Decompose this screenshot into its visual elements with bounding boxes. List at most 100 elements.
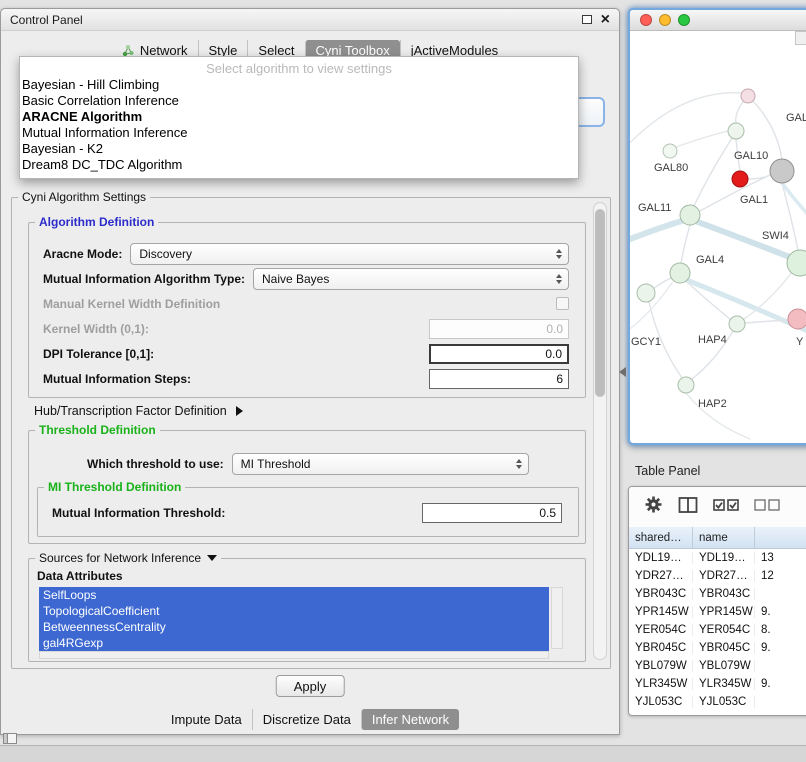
network-scrollbar-button[interactable]: [795, 31, 806, 45]
apply-button[interactable]: Apply: [276, 675, 345, 697]
column-layout-icon[interactable]: [678, 496, 698, 519]
bottom-tab-discretize-data[interactable]: Discretize Data: [252, 709, 361, 730]
select-checks-icon[interactable]: [713, 498, 739, 517]
network-icon: [122, 44, 135, 57]
traffic-light-zoom[interactable]: [678, 14, 690, 26]
table-cell: 9.: [755, 678, 806, 690]
node-label: GAL7: [786, 112, 806, 124]
table-panel-title: Table Panel: [635, 464, 700, 478]
network-node[interactable]: [678, 377, 694, 393]
algorithm-option[interactable]: Bayesian - Hill Climbing: [20, 77, 578, 93]
column-header[interactable]: shared…: [629, 527, 693, 548]
algorithm-definition-group: Algorithm Definition Aracne Mode: Discov…: [28, 222, 586, 398]
node-label: HAP2: [698, 398, 727, 410]
algorithm-option[interactable]: Dream8 DC_TDC Algorithm: [20, 157, 578, 173]
table-row[interactable]: YJL053CYJL053C: [629, 693, 806, 711]
network-graph: GAL80GAL10GAL11GAL1SWI4GAL4GCY1HAP4HAP2G…: [630, 31, 806, 443]
attribute-item[interactable]: gal4RGexp: [39, 635, 549, 651]
bottom-tab-impute-data[interactable]: Impute Data: [161, 709, 252, 730]
network-node[interactable]: [728, 123, 744, 139]
table-row[interactable]: YLR345WYLR345W9.: [629, 675, 806, 693]
network-edge: [684, 279, 806, 341]
mi-type-label: Mutual Information Algorithm Type:: [43, 272, 245, 286]
empty-squares-icon[interactable]: [754, 498, 780, 517]
table-row[interactable]: YDR27…YDR27…12: [629, 567, 806, 585]
mi-steps-input[interactable]: [429, 369, 569, 389]
settings-gear-icon[interactable]: [644, 495, 663, 519]
table-cell: YDL19…: [693, 552, 755, 564]
column-header[interactable]: name: [693, 527, 755, 548]
network-node[interactable]: [788, 309, 806, 329]
algorithm-option[interactable]: Basic Correlation Inference: [20, 93, 578, 109]
sources-group-title[interactable]: Sources for Network Inference: [35, 551, 221, 565]
bottom-status-strip: [0, 745, 806, 762]
network-node[interactable]: [680, 205, 700, 225]
which-threshold-select[interactable]: MI Threshold: [232, 453, 529, 475]
table-cell: YPR145W: [629, 606, 693, 618]
table-cell: YDR27…: [693, 570, 755, 582]
panel-splitter-arrow[interactable]: [619, 367, 626, 377]
stepper-arrows-icon: [556, 274, 568, 284]
mi-type-select[interactable]: Naive Bayes: [253, 268, 569, 290]
settings-scrollbar[interactable]: [593, 202, 607, 660]
collapse-arrow-icon[interactable]: [207, 555, 217, 561]
node-label: GAL80: [654, 162, 688, 174]
algorithm-option[interactable]: Mutual Information Inference: [20, 125, 578, 141]
network-node[interactable]: [663, 144, 677, 158]
network-node[interactable]: [729, 316, 745, 332]
attribute-item[interactable]: TopologicalCoefficient: [39, 603, 549, 619]
table-row[interactable]: YBR043CYBR043C: [629, 585, 806, 603]
table-body: YDL19…YDL19…13YDR27…YDR27…12YBR043CYBR04…: [629, 549, 806, 711]
table-cell: YBL079W: [629, 660, 693, 672]
table-cell: YLR345W: [693, 678, 755, 690]
scrollbar-thumb[interactable]: [595, 209, 605, 397]
attributes-vertical-scrollbar[interactable]: [551, 587, 563, 649]
traffic-light-minimize[interactable]: [659, 14, 671, 26]
network-canvas[interactable]: GAL80GAL10GAL11GAL1SWI4GAL4GCY1HAP4HAP2G…: [630, 31, 806, 443]
network-node[interactable]: [637, 284, 655, 302]
expand-arrow-icon[interactable]: [236, 406, 243, 416]
column-header[interactable]: [755, 527, 806, 548]
tab-label: Infer Network: [372, 712, 449, 727]
table-cell: YER054C: [629, 624, 693, 636]
aracne-mode-select[interactable]: Discovery: [130, 243, 569, 265]
table-row[interactable]: YDL19…YDL19…13: [629, 549, 806, 567]
attribute-item[interactable]: SelfLoops: [39, 587, 549, 603]
table-cell: YBR043C: [629, 588, 693, 600]
table-row[interactable]: YER054CYER054C8.: [629, 621, 806, 639]
hub-definition-section[interactable]: Hub/Transcription Factor Definition: [34, 404, 243, 418]
network-node[interactable]: [741, 89, 755, 103]
table-cell: YDL19…: [629, 552, 693, 564]
algorithm-option[interactable]: ARACNE Algorithm: [20, 109, 578, 125]
mi-threshold-input[interactable]: [422, 503, 562, 523]
node-label: GAL4: [696, 254, 724, 266]
table-row[interactable]: YBL079WYBL079W: [629, 657, 806, 675]
bottom-tab-infer-network[interactable]: Infer Network: [361, 709, 459, 730]
network-node[interactable]: [670, 263, 690, 283]
network-edge: [694, 138, 732, 206]
collapsed-panel-icon[interactable]: [3, 733, 17, 744]
threshold-definition-title: Threshold Definition: [35, 423, 160, 437]
dpi-tolerance-label: DPI Tolerance [0,1]:: [43, 347, 154, 361]
table-cell: YBL079W: [693, 660, 755, 672]
dpi-tolerance-input[interactable]: [429, 344, 569, 364]
attribute-item[interactable]: BetweennessCentrality: [39, 619, 549, 635]
traffic-light-close[interactable]: [640, 14, 652, 26]
stepper-arrows-icon: [556, 249, 568, 259]
network-node[interactable]: [770, 159, 794, 183]
attributes-horizontal-scrollbar[interactable]: [39, 651, 549, 659]
window-title: Control Panel: [10, 13, 582, 27]
node-label: GAL1: [740, 194, 768, 206]
close-icon[interactable]: ×: [601, 12, 610, 28]
table-row[interactable]: YBR045CYBR045C9.: [629, 639, 806, 657]
settings-group-title: Cyni Algorithm Settings: [18, 190, 150, 204]
cyni-algorithm-settings-group: Cyni Algorithm Settings Algorithm Defini…: [11, 197, 611, 669]
node-label: GAL11: [638, 202, 671, 214]
table-row[interactable]: YPR145WYPR145W9.: [629, 603, 806, 621]
table-cell: 9.: [755, 642, 806, 654]
algorithm-option[interactable]: Bayesian - K2: [20, 141, 578, 157]
algorithm-dropdown-popup: Select algorithm to view settings Bayesi…: [19, 56, 579, 179]
network-node[interactable]: [732, 171, 748, 187]
table-cell: YBR045C: [629, 642, 693, 654]
float-window-icon[interactable]: [582, 15, 592, 24]
